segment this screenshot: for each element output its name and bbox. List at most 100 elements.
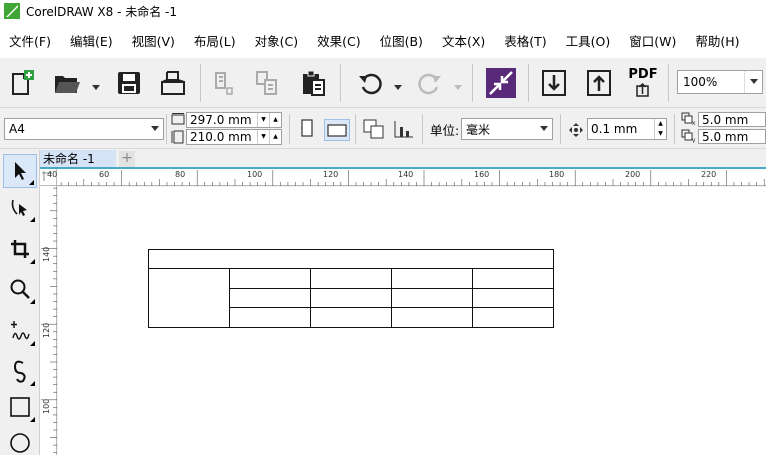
toolbar-separator (668, 64, 669, 102)
propbar-separator (355, 114, 356, 144)
menu-layout[interactable]: 布局(L) (189, 31, 241, 50)
nudge-icon (568, 122, 584, 141)
copy-icon[interactable] (250, 66, 284, 100)
spin-up-icon[interactable]: ▲ (270, 113, 281, 127)
current-page-icon[interactable] (393, 119, 415, 142)
paste-icon[interactable] (296, 66, 330, 100)
shape-tool-icon[interactable] (3, 190, 37, 224)
units-combo[interactable]: 毫米 (461, 118, 553, 140)
import-icon[interactable] (537, 66, 571, 100)
propbar-separator (674, 114, 675, 144)
zoom-level-combo[interactable]: 100% (677, 70, 763, 94)
redo-dropdown-icon[interactable] (454, 80, 462, 90)
page-width-spinner[interactable]: 297.0 mm ▼ ▲ (186, 112, 282, 128)
menu-effects[interactable]: 效果(C) (312, 31, 365, 50)
page-size-value: A4 (9, 122, 25, 136)
freehand-tool-icon[interactable] (3, 314, 37, 348)
page-height-spinner[interactable]: 210.0 mm ▼ ▲ (186, 129, 282, 145)
export-icon[interactable] (582, 66, 616, 100)
spin-down-icon[interactable]: ▼ (258, 130, 269, 144)
toolbar-separator (528, 64, 529, 102)
flyout-indicator-icon (29, 180, 34, 185)
cut-icon[interactable] (206, 66, 240, 100)
spin-down-icon[interactable]: ▼ (258, 113, 269, 127)
flyout-indicator-icon (30, 417, 35, 422)
table-object[interactable] (58, 187, 766, 455)
ruler-label: 80 (175, 170, 186, 179)
menu-view[interactable]: 视图(V) (127, 31, 180, 50)
all-pages-icon[interactable] (363, 119, 385, 142)
ruler-label: 180 (549, 170, 565, 179)
ruler-label: 140 (42, 246, 51, 262)
menu-text[interactable]: 文本(X) (437, 31, 490, 50)
chevron-down-icon[interactable] (744, 71, 762, 93)
undo-icon[interactable] (354, 66, 388, 100)
toolbar-separator (200, 64, 201, 102)
open-dropdown-icon[interactable] (92, 80, 100, 90)
ruler-label: 160 (474, 170, 490, 179)
undo-dropdown-icon[interactable] (394, 80, 402, 90)
svg-text:x: x (692, 120, 696, 126)
menu-file[interactable]: 文件(F) (4, 31, 56, 50)
units-value: 毫米 (466, 122, 491, 137)
spin-down-icon[interactable]: ▼ (655, 129, 666, 139)
menu-tools[interactable]: 工具(O) (561, 31, 616, 50)
rectangle-tool-icon[interactable] (3, 390, 37, 424)
ruler-label: 200 (625, 170, 641, 179)
duplicate-y-icon: y (681, 129, 697, 146)
add-tab-button[interactable]: + (119, 151, 135, 167)
drawing-canvas[interactable] (58, 187, 766, 455)
toolbar-separator (472, 64, 473, 102)
duplicate-x-spinner[interactable]: 5.0 mm (698, 112, 766, 127)
horizontal-ruler[interactable]: 40 60 80 100 120 140 160 180 200 220 (47, 169, 766, 186)
publish-pdf-icon[interactable]: PDF (626, 66, 660, 100)
chevron-down-icon[interactable] (147, 119, 163, 139)
duplicate-y-spinner[interactable]: 5.0 mm (698, 129, 766, 144)
ruler-label: 100 (247, 170, 263, 179)
page-height-value: 210.0 mm (190, 130, 252, 144)
duplicate-x-value: 5.0 mm (702, 112, 749, 127)
tab-document[interactable]: 未命名 -1 (40, 150, 116, 168)
search-content-icon[interactable] (484, 66, 518, 100)
spin-up-icon[interactable]: ▲ (655, 119, 666, 129)
artistic-media-icon[interactable] (3, 354, 37, 388)
document-tabs: 未命名 -1 + (40, 150, 766, 169)
propbar-separator (166, 114, 167, 144)
ruler-label: 220 (701, 170, 717, 179)
page-width-value: 297.0 mm (190, 113, 252, 127)
menu-bar: 文件(F) 编辑(E) 视图(V) 布局(L) 对象(C) 效果(C) 位图(B… (0, 22, 766, 58)
page-height-icon (171, 130, 185, 147)
menu-window[interactable]: 窗口(W) (624, 31, 681, 50)
zoom-tool-icon[interactable] (3, 272, 37, 306)
portrait-icon[interactable] (300, 119, 314, 140)
toolbox (0, 150, 40, 455)
page-size-combo[interactable]: A4 (4, 118, 164, 140)
open-icon[interactable] (50, 66, 84, 100)
vertical-ruler[interactable]: 140 120 100 (40, 186, 57, 455)
ruler-label: 100 (42, 398, 51, 414)
ruler-label: 120 (42, 322, 51, 338)
landscape-icon[interactable] (324, 119, 350, 141)
flyout-indicator-icon (30, 259, 35, 264)
menu-help[interactable]: 帮助(H) (690, 31, 744, 50)
coreldraw-logo-icon (4, 3, 20, 19)
ruler-label: 140 (398, 170, 414, 179)
property-bar: A4 297.0 mm ▼ ▲ 210.0 mm ▼ ▲ 单位: 毫米 0.1 … (0, 109, 766, 149)
nudge-spinner[interactable]: 0.1 mm ▲ ▼ (587, 118, 667, 140)
spin-up-icon[interactable]: ▲ (270, 130, 281, 144)
menu-table[interactable]: 表格(T) (499, 31, 551, 50)
ellipse-tool-icon[interactable] (3, 426, 37, 455)
save-icon[interactable] (112, 66, 146, 100)
menu-bitmaps[interactable]: 位图(B) (375, 31, 428, 50)
svg-text:y: y (692, 137, 696, 143)
menu-edit[interactable]: 编辑(E) (65, 31, 118, 50)
redo-icon[interactable] (412, 66, 446, 100)
menu-object[interactable]: 对象(C) (250, 31, 303, 50)
vertical-ruler-ticks (41, 187, 57, 454)
pick-tool-icon[interactable] (3, 154, 37, 188)
zoom-value: 100% (683, 75, 718, 89)
crop-tool-icon[interactable] (3, 232, 37, 266)
new-document-icon[interactable] (6, 66, 40, 100)
print-icon[interactable] (156, 66, 190, 100)
chevron-down-icon[interactable] (536, 119, 552, 139)
